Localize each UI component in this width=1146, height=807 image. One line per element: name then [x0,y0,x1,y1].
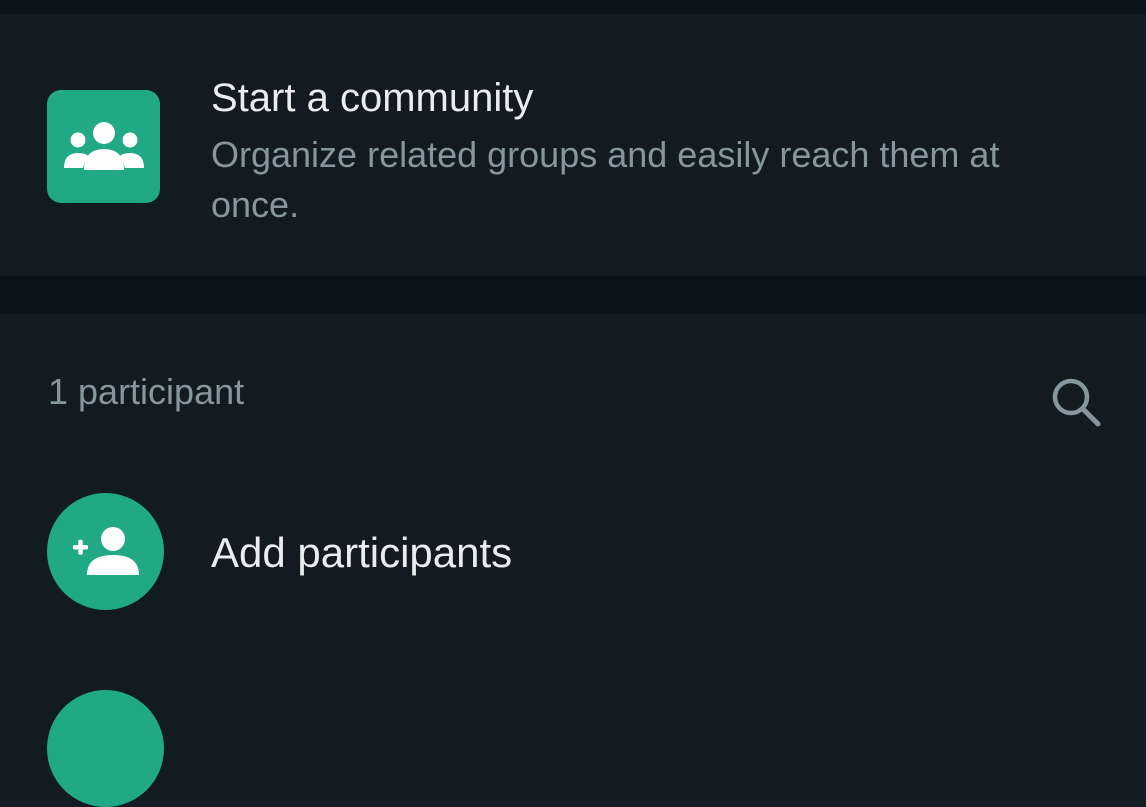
search-participants-button[interactable] [1040,366,1112,438]
add-participants-label: Add participants [211,529,513,576]
community-description: Organize related groups and easily reach… [211,134,1000,225]
add-person-glyph [72,526,139,575]
community-people-glyph [63,121,144,170]
search-icon [1052,378,1101,427]
next-row-avatar[interactable] [47,690,164,807]
add-participants-row[interactable]: Add participants [0,486,1146,618]
community-title: Start a community [211,76,534,120]
start-community-row[interactable]: Start a community Organize related group… [0,14,1146,276]
community-icon [47,90,160,203]
participant-count: 1 participant [48,371,245,412]
participants-section: 1 participant Add participants [0,314,1146,807]
add-person-icon [47,493,164,610]
section-separator [0,276,1146,314]
top-divider [0,0,1146,14]
